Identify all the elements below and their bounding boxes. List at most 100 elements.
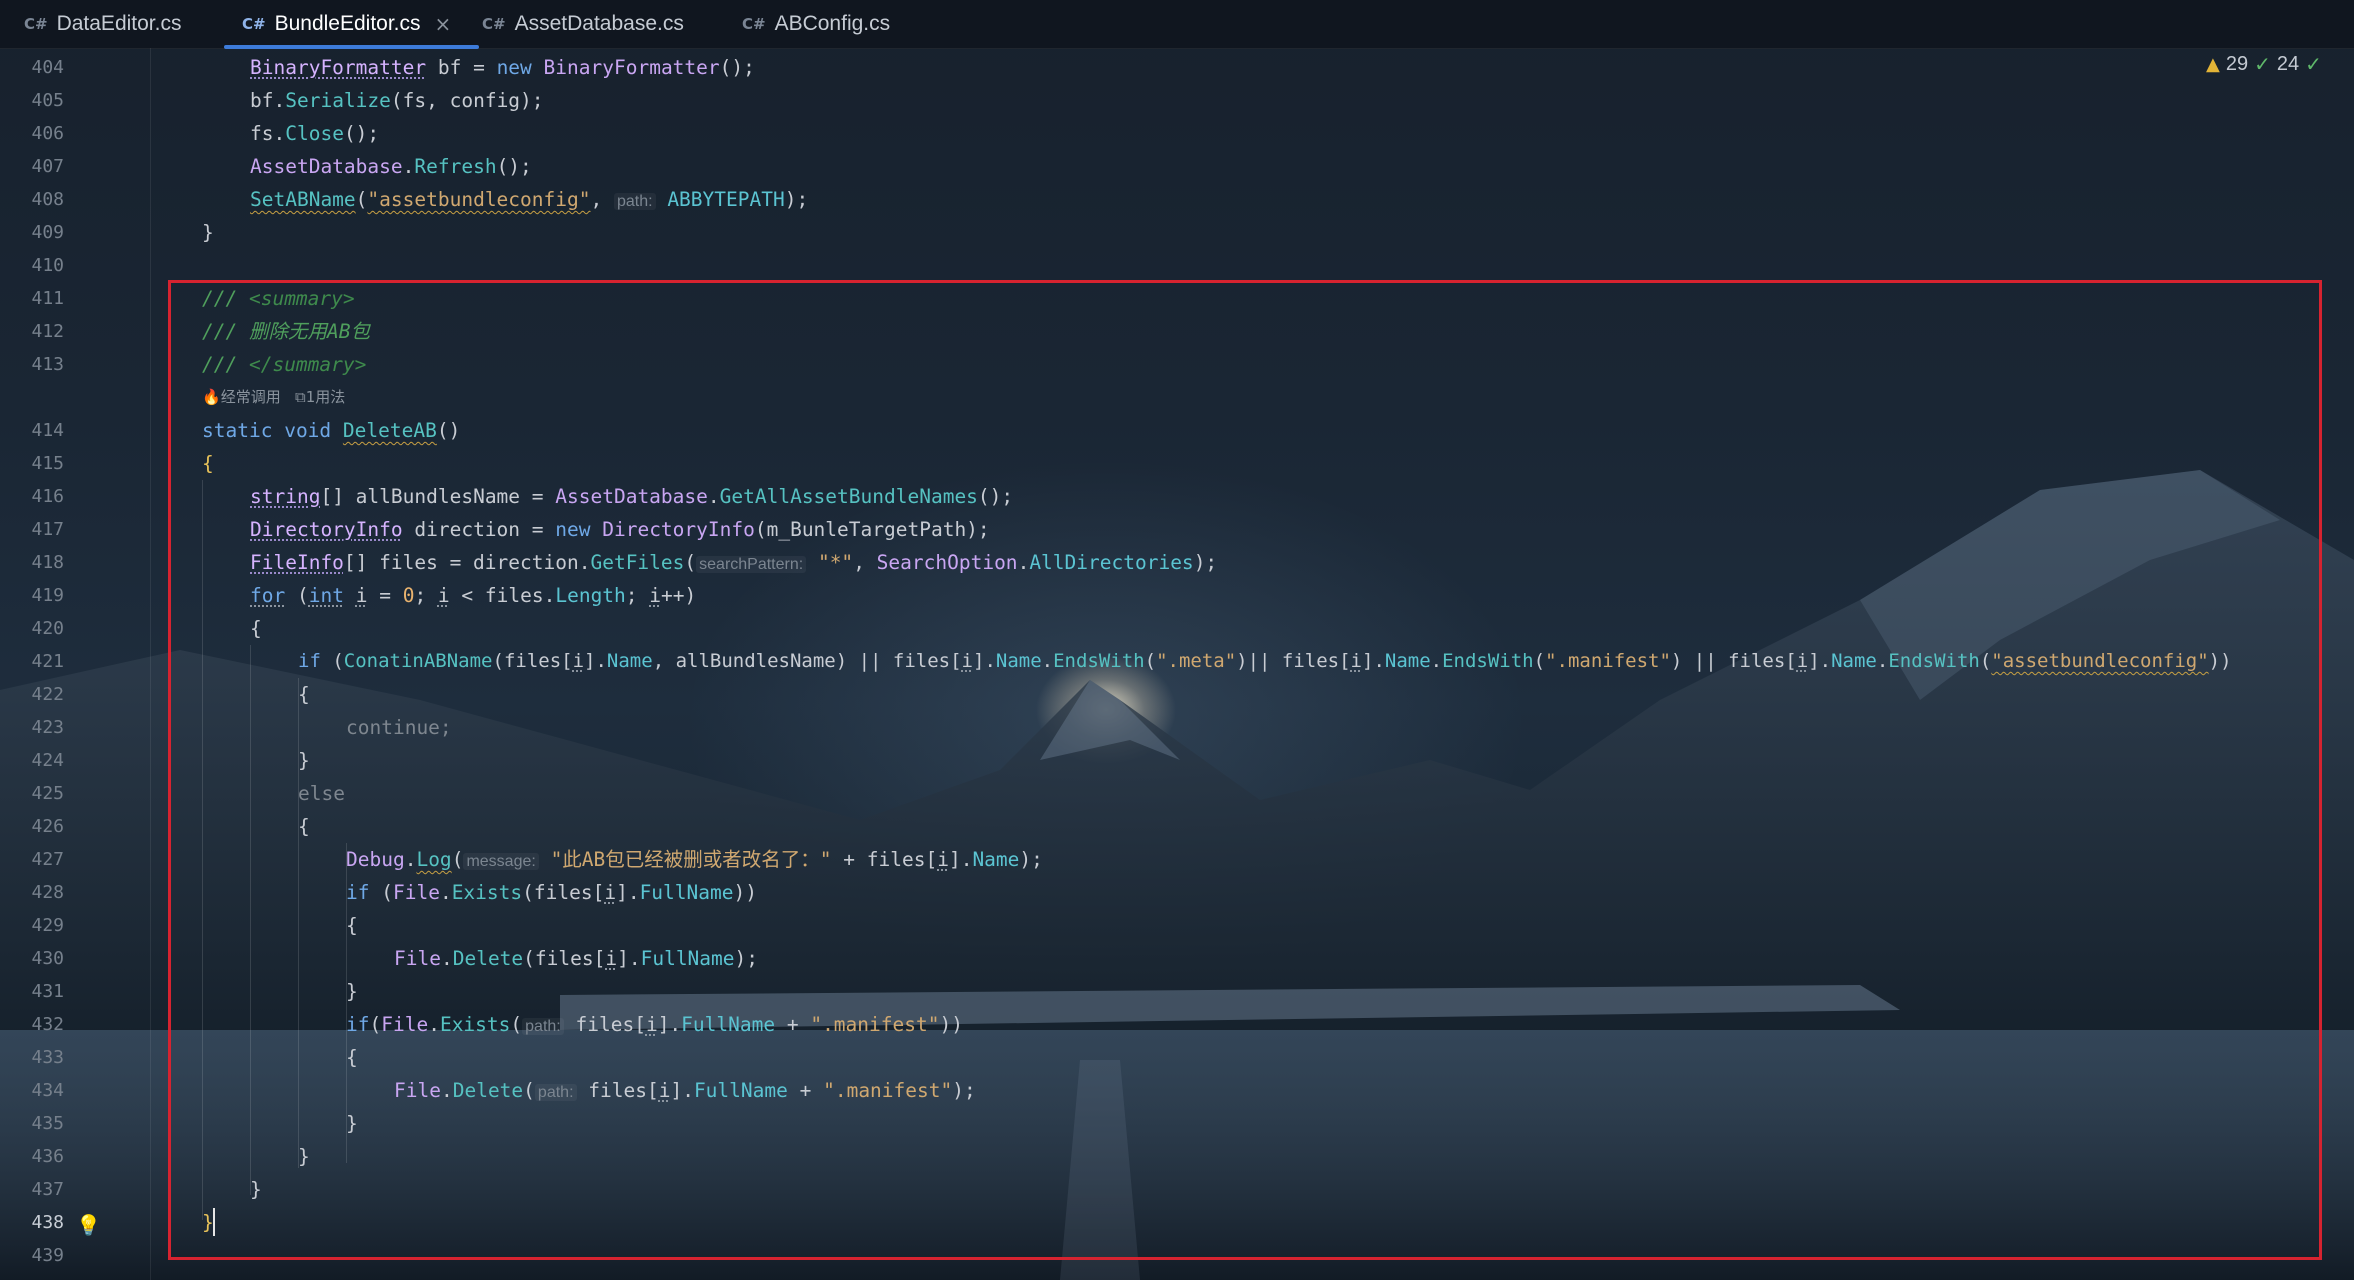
code-token: for <box>250 584 286 607</box>
code-token: i <box>961 650 973 672</box>
code-token: )) <box>733 881 757 904</box>
line-number: 434 <box>31 1080 64 1101</box>
code-token: Serialize <box>285 89 391 112</box>
code-line-427[interactable]: Debug.Log(message: "此AB包已经被删或者改名了：" + fi… <box>346 843 1043 876</box>
code-token: . <box>707 485 720 508</box>
code-line-438[interactable]: } <box>202 1206 214 1239</box>
check-count: 24 <box>2276 52 2300 75</box>
code-token: (files[ <box>522 881 605 904</box>
code-token: { <box>202 452 214 475</box>
code-token: } <box>298 1145 310 1168</box>
code-line-435[interactable]: } <box>346 1107 358 1140</box>
code-token: ]. <box>617 947 641 970</box>
code-token: i <box>937 848 949 871</box>
code-token: ); <box>734 947 758 970</box>
code-line-425[interactable]: else <box>298 777 345 810</box>
code-token: ); <box>952 1079 976 1102</box>
code-line-409[interactable]: } <box>202 216 214 249</box>
code-token: , <box>853 551 877 574</box>
code-line-424[interactable]: } <box>298 744 310 777</box>
line-number: 420 <box>31 618 64 639</box>
code-line-416[interactable]: string[] allBundlesName = AssetDatabase.… <box>250 480 1013 513</box>
code-token: Log <box>416 848 452 871</box>
code-line-411[interactable]: /// <summary> <box>202 282 355 315</box>
lightbulb-icon[interactable]: 💡 <box>76 1213 101 1237</box>
code-token: Name <box>1384 650 1431 672</box>
line-number: 426 <box>31 816 64 837</box>
code-token: ); <box>1019 848 1043 871</box>
code-token: int <box>308 584 344 607</box>
code-line-428[interactable]: if (File.Exists(files[i].FullName)) <box>346 876 757 909</box>
code-token: ( <box>1144 650 1157 672</box>
code-line-423[interactable]: continue; <box>346 711 452 744</box>
indent-guide <box>250 645 251 1195</box>
code-line-407[interactable]: AssetDatabase.Refresh(); <box>250 150 532 183</box>
code-token: ); <box>1193 551 1218 574</box>
code-token: . <box>1017 551 1030 574</box>
code-line-413[interactable]: /// </summary> <box>202 348 366 381</box>
code-line-414[interactable]: static void DeleteAB() <box>202 414 460 447</box>
code-token: "*" <box>817 551 854 574</box>
code-line-434[interactable]: File.Delete(path: files[i].FullName + ".… <box>394 1074 976 1107</box>
code-token: } <box>346 980 358 1003</box>
code-line-419[interactable]: for (int i = 0; i < files.Length; i++) <box>250 579 696 612</box>
code-line-437[interactable]: } <box>250 1173 262 1206</box>
code-token: () <box>436 419 461 442</box>
fire-icon: 🔥 <box>202 388 221 406</box>
inspection-status[interactable]: ▲ 29 ✓ 24 ✓ <box>2206 52 2322 76</box>
csharp-file-icon: C# <box>742 15 766 33</box>
tab-dataeditor[interactable]: C# DataEditor.cs <box>24 0 181 48</box>
code-line-431[interactable]: } <box>346 975 358 1008</box>
gutter-divider <box>150 48 151 1280</box>
code-line-408[interactable]: SetABName("assetbundleconfig", path: ABB… <box>250 183 808 216</box>
code-line-422[interactable]: { <box>298 678 310 711</box>
code-line-405[interactable]: bf.Serialize(fs, config); <box>250 84 544 117</box>
references-hint[interactable]: 1用法 <box>306 388 346 406</box>
code-line-412[interactable]: /// 删除无用AB包 <box>202 315 370 348</box>
code-lens[interactable]: 🔥经常调用 ⧉1用法 <box>202 386 345 407</box>
code-token: (); <box>977 485 1014 508</box>
close-tab-icon[interactable]: × <box>435 12 452 36</box>
tab-assetdatabase[interactable]: C# AssetDatabase.cs <box>482 0 684 48</box>
line-number: 407 <box>31 156 64 177</box>
code-token: )|| files[ <box>1236 650 1351 672</box>
code-line-418[interactable]: FileInfo[] files = direction.GetFiles(se… <box>250 546 1217 579</box>
code-line-421[interactable]: if (ConatinABName(files[i].Name, allBund… <box>298 645 2232 678</box>
code-token: (files[ <box>523 947 606 970</box>
code-line-406[interactable]: fs.Close(); <box>250 117 379 150</box>
code-line-417[interactable]: DirectoryInfo direction = new DirectoryI… <box>250 513 990 546</box>
code-token: File <box>394 1079 441 1102</box>
code-token: File <box>394 947 441 970</box>
code-token: ); <box>784 188 809 211</box>
parameter-hint: path: <box>522 1018 564 1035</box>
parameter-hint: message: <box>463 853 539 870</box>
code-token: AssetDatabase <box>250 155 403 178</box>
code-token: . <box>1430 650 1443 672</box>
code-token: direction = <box>402 518 556 541</box>
code-token: (); <box>496 155 532 178</box>
code-token: ".manifest" <box>823 1079 953 1102</box>
code-line-436[interactable]: } <box>298 1140 310 1173</box>
code-line-426[interactable]: { <box>298 810 310 843</box>
code-line-429[interactable]: { <box>346 909 358 942</box>
code-token: bf = <box>426 56 497 79</box>
code-line-430[interactable]: File.Delete(files[i].FullName); <box>394 942 758 975</box>
code-token: <summary> <box>248 287 355 310</box>
line-number: 427 <box>31 849 64 870</box>
code-token: else <box>298 782 345 805</box>
code-line-415[interactable]: { <box>202 447 214 480</box>
code-line-404[interactable]: BinaryFormatter bf = new BinaryFormatter… <box>250 51 755 84</box>
code-token: /// 删除无用AB包 <box>202 320 370 343</box>
code-token: ABBYTEPATH <box>667 188 785 211</box>
code-line-433[interactable]: { <box>346 1041 358 1074</box>
tab-abconfig[interactable]: C# ABConfig.cs <box>742 0 890 48</box>
code-token: } <box>298 749 310 772</box>
code-line-432[interactable]: if(File.Exists(path: files[i].FullName +… <box>346 1008 963 1041</box>
code-token: AssetDatabase <box>555 485 708 508</box>
tab-bundleeditor[interactable]: C# BundleEditor.cs × <box>223 0 480 49</box>
line-number: 429 <box>31 915 64 936</box>
code-line-420[interactable]: { <box>250 612 262 645</box>
external-link-icon: ⧉ <box>295 388 306 406</box>
